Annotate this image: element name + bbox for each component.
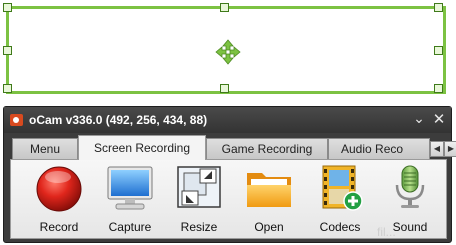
close-button[interactable]: ✕	[431, 111, 447, 127]
tab-screen-recording[interactable]: Screen Recording	[78, 135, 206, 160]
record-button[interactable]: Record	[28, 163, 90, 239]
capture-button[interactable]: Capture	[99, 163, 161, 239]
resize-handle-bottom-right[interactable]	[434, 84, 443, 93]
folder-icon	[247, 173, 291, 207]
window-title: oCam v336.0 (492, 256, 434, 88)	[29, 113, 208, 127]
resize-handle-bottom-left[interactable]	[3, 84, 12, 93]
monitor-icon	[107, 166, 153, 210]
resize-icon	[177, 166, 221, 208]
resize-label: Resize	[180, 220, 218, 234]
microphone-icon	[395, 165, 425, 208]
tab-audio-recording[interactable]: Audio Reco	[328, 138, 430, 159]
codecs-button[interactable]: Codecs	[309, 163, 371, 239]
move-icon[interactable]	[215, 39, 241, 65]
tab-bar: Menu Screen Recording Game Recording Aud…	[10, 135, 456, 160]
record-label: Record	[39, 220, 79, 234]
minimize-button[interactable]: ⌄	[411, 111, 427, 127]
ocam-window: oCam v336.0 (492, 256, 434, 88) ⌄ ✕ Menu…	[3, 106, 456, 243]
tab-scroll-left-button[interactable]: ◀	[430, 141, 444, 157]
capture-label: Capture	[108, 220, 152, 234]
toolbar: Record Capture Resize Open Codecs Sound …	[10, 159, 447, 239]
resize-handle-top-center[interactable]	[220, 3, 229, 12]
record-icon	[36, 166, 82, 212]
resize-handle-bottom-center[interactable]	[220, 84, 229, 93]
resize-button[interactable]: Resize	[168, 163, 230, 239]
watermark-text: fil...	[377, 225, 396, 239]
resize-handle-top-right[interactable]	[434, 3, 443, 12]
title-bar[interactable]: oCam v336.0 (492, 256, 434, 88) ⌄ ✕	[4, 107, 451, 133]
open-label: Open	[254, 220, 284, 234]
open-button[interactable]: Open	[238, 163, 300, 239]
resize-handle-middle-left[interactable]	[3, 46, 12, 55]
capture-region[interactable]	[3, 3, 446, 94]
codecs-label: Codecs	[319, 220, 361, 234]
tab-scroll-right-button[interactable]: ▶	[444, 141, 456, 157]
resize-handle-middle-right[interactable]	[434, 46, 443, 55]
ocam-app-icon	[10, 114, 23, 126]
tab-menu[interactable]: Menu	[12, 138, 78, 159]
tab-game-recording[interactable]: Game Recording	[206, 138, 328, 159]
resize-handle-top-left[interactable]	[3, 3, 12, 12]
film-add-icon	[322, 165, 363, 211]
